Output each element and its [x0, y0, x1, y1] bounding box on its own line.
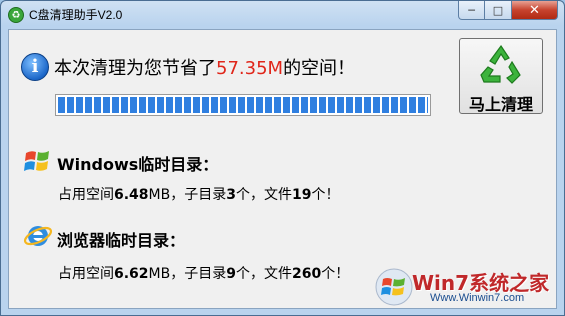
windows-temp-file-count: 19 — [291, 187, 312, 203]
detail-label: 占用空间 — [58, 266, 114, 282]
browser-temp-title: 浏览器临时目录： — [57, 231, 186, 250]
windows-temp-title: Windows临时目录： — [57, 155, 219, 174]
detail-label: 个，文件 — [235, 187, 292, 203]
window-controls: ─ □ ✕ — [458, 1, 558, 21]
browser-temp-size: 6.62 — [114, 266, 149, 282]
detail-label: MB，子目录 — [148, 266, 227, 282]
recycle-app-icon: ♻ — [8, 7, 24, 23]
title-bar[interactable]: ♻ C盘清理助手V2.0 ─ □ ✕ — [1, 1, 565, 29]
watermark-url: Www.Winwin7.com — [430, 292, 525, 304]
window-title: C盘清理助手V2.0 — [29, 8, 123, 22]
saved-amount: 57.35M — [216, 58, 284, 79]
detail-label: 个！ — [321, 266, 350, 282]
detail-label: 个，文件 — [235, 266, 292, 282]
minimize-button[interactable]: ─ — [458, 1, 485, 20]
summary-prefix: 本次清理为您节省了 — [54, 58, 216, 79]
browser-temp-detail: 占用空间6.62MB，子目录9个，文件260个！ — [58, 263, 349, 283]
cleanup-summary: 本次清理为您节省了57.35M的空间！ — [54, 54, 355, 80]
info-icon: i — [21, 53, 49, 81]
progress-fill — [58, 97, 428, 113]
internet-explorer-icon — [23, 226, 53, 246]
clean-now-label: 马上清理 — [468, 95, 533, 114]
windows-temp-dir-count: 3 — [226, 187, 236, 203]
maximize-button[interactable]: □ — [485, 1, 512, 20]
detail-label: 个！ — [311, 187, 340, 203]
cleanup-progress-bar — [55, 94, 431, 116]
windows-temp-detail: 占用空间6.48MB，子目录3个，文件19个！ — [58, 184, 339, 204]
clean-now-button[interactable]: 马上清理 — [459, 38, 543, 114]
win7-logo-icon — [375, 268, 413, 306]
site-watermark: Win7系统之家 Www.Winwin7.com — [372, 265, 560, 311]
recycle-icon — [480, 44, 521, 84]
detail-label: MB，子目录 — [148, 187, 227, 203]
summary-suffix: 的空间！ — [283, 58, 356, 79]
windows-flag-icon — [24, 151, 49, 171]
detail-label: 占用空间 — [58, 187, 114, 203]
browser-temp-file-count: 260 — [291, 266, 322, 282]
windows-temp-size: 6.48 — [114, 187, 149, 203]
app-window: ♻ C盘清理助手V2.0 ─ □ ✕ i 本次清理为您节省了57.35M的空间！… — [0, 0, 565, 316]
close-button[interactable]: ✕ — [512, 1, 558, 20]
browser-temp-dir-count: 9 — [226, 266, 236, 282]
